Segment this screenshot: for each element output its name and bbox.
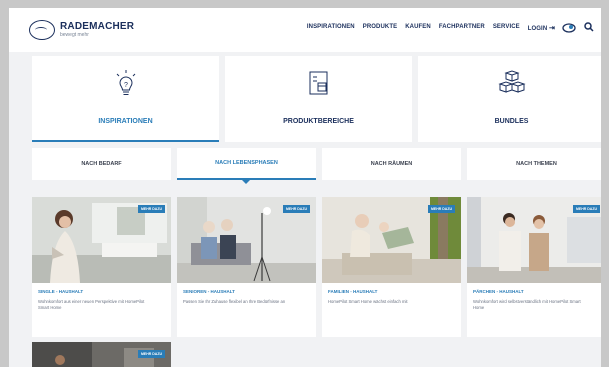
tile-photo: MEHR DAZU: [32, 342, 171, 367]
tab-label: NACH BEDARF: [81, 161, 122, 167]
tab-nach-bedarf[interactable]: NACH BEDARF: [32, 148, 171, 180]
nav-kaufen[interactable]: KAUFEN: [405, 24, 431, 32]
more-button[interactable]: MEHR DAZU: [428, 205, 455, 213]
tile-title: SENIOREN - HAUSHALT: [183, 289, 235, 294]
tile-title: PÄRCHEN - HAUSHALT: [473, 289, 524, 294]
svg-text:?: ?: [124, 82, 128, 89]
category-label: PRODUKTBEREICHE: [283, 118, 354, 125]
tile-description: Wohnkomfort wird selbstverständlich mit …: [473, 299, 581, 310]
tab-nach-lebensphasen[interactable]: NACH LEBENSPHASEN: [177, 148, 316, 184]
tab-label: NACH THEMEN: [516, 161, 557, 167]
tab-nach-themen[interactable]: NACH THEMEN: [467, 148, 601, 180]
tile-photo: MEHR DAZU: [322, 197, 461, 283]
login-icon: ⇥: [549, 25, 555, 32]
checklist-box-icon: [306, 70, 332, 98]
nav-service[interactable]: SERVICE: [493, 24, 520, 32]
tile-description: HomePilot Smart Home wächst einfach mit: [328, 299, 408, 304]
brand-name: RADEMACHER: [60, 20, 135, 32]
tab-label: NACH RÄUMEN: [370, 161, 413, 167]
tile-title: SINGLE - HAUSHALT: [38, 289, 84, 294]
brand-tagline: bewegt mehr: [60, 31, 89, 38]
tile-title: FAMILIEN - HAUSHALT: [328, 289, 378, 294]
tile-photo: MEHR DAZU: [467, 197, 601, 283]
lifestage-tile-senioren[interactable]: MEHR DAZU SENIOREN - HAUSHALT Passen Sie…: [177, 197, 316, 337]
nav-produkte[interactable]: PRODUKTE: [363, 24, 397, 32]
more-button[interactable]: MEHR DAZU: [138, 350, 165, 358]
tab-nach-raeumen[interactable]: NACH RÄUMEN: [322, 148, 461, 180]
more-button[interactable]: MEHR DAZU: [283, 205, 310, 213]
browser-page: RADEMACHER bewegt mehr INSPIRATIONEN PRO…: [9, 8, 601, 367]
category-card-produktbereiche[interactable]: PRODUKTBEREICHE: [225, 56, 412, 142]
category-label: BUNDLES: [494, 118, 529, 125]
lightbulb-icon: ?: [113, 70, 139, 98]
nav-login[interactable]: LOGIN ⇥: [528, 24, 555, 32]
tile-description: Passen Sie Ihr Zuhause flexibel an Ihre …: [183, 299, 286, 304]
filter-tabs: NACH BEDARF NACH LEBENSPHASEN NACH RÄUME…: [32, 148, 601, 184]
lifestage-tile-paerchen[interactable]: MEHR DAZU PÄRCHEN - HAUSHALT Wohnkomfort…: [467, 197, 601, 337]
tile-description: Wohnkomfort aus einer neuen Perspektive …: [38, 299, 145, 310]
category-card-inspirationen[interactable]: ? INSPIRATIONEN: [32, 56, 219, 142]
lifestage-grid: MEHR DAZU SINGLE - HAUSHALT Wohnkomfort …: [32, 197, 601, 337]
category-card-bundles[interactable]: BUNDLES: [418, 56, 601, 142]
tab-label: NACH LEBENSPHASEN: [215, 160, 278, 166]
lifestage-tile-familien[interactable]: MEHR DAZU FAMILIEN - HAUSHALT HomePilot …: [322, 197, 461, 337]
category-cards: ? INSPIRATIONEN PRODUKTBEREICHE BUNDLES: [32, 56, 601, 142]
lifestage-tile-single[interactable]: MEHR DAZU SINGLE - HAUSHALT Wohnkomfort …: [32, 197, 171, 337]
nav-fachpartner[interactable]: FACHPARTNER: [439, 24, 485, 32]
lifestage-tile-next[interactable]: MEHR DAZU: [32, 342, 171, 367]
nav-inspirationen[interactable]: INSPIRATIONEN: [307, 24, 355, 32]
boxes-icon: [497, 70, 527, 98]
more-button[interactable]: MEHR DAZU: [138, 205, 165, 213]
main-nav: INSPIRATIONEN PRODUKTE KAUFEN FACHPARTNE…: [307, 24, 555, 32]
tile-photo: MEHR DAZU: [177, 197, 316, 283]
nav-login-label: LOGIN: [527, 26, 548, 32]
more-button[interactable]: MEHR DAZU: [573, 205, 600, 213]
category-label: INSPIRATIONEN: [98, 118, 153, 125]
smart-home-icon[interactable]: [562, 22, 576, 35]
search-icon[interactable]: [584, 22, 594, 34]
site-header: RADEMACHER bewegt mehr INSPIRATIONEN PRO…: [9, 8, 601, 52]
logo-mark-icon: [29, 20, 55, 40]
brand-logo[interactable]: RADEMACHER bewegt mehr: [29, 20, 134, 40]
tile-photo: MEHR DAZU: [32, 197, 171, 283]
